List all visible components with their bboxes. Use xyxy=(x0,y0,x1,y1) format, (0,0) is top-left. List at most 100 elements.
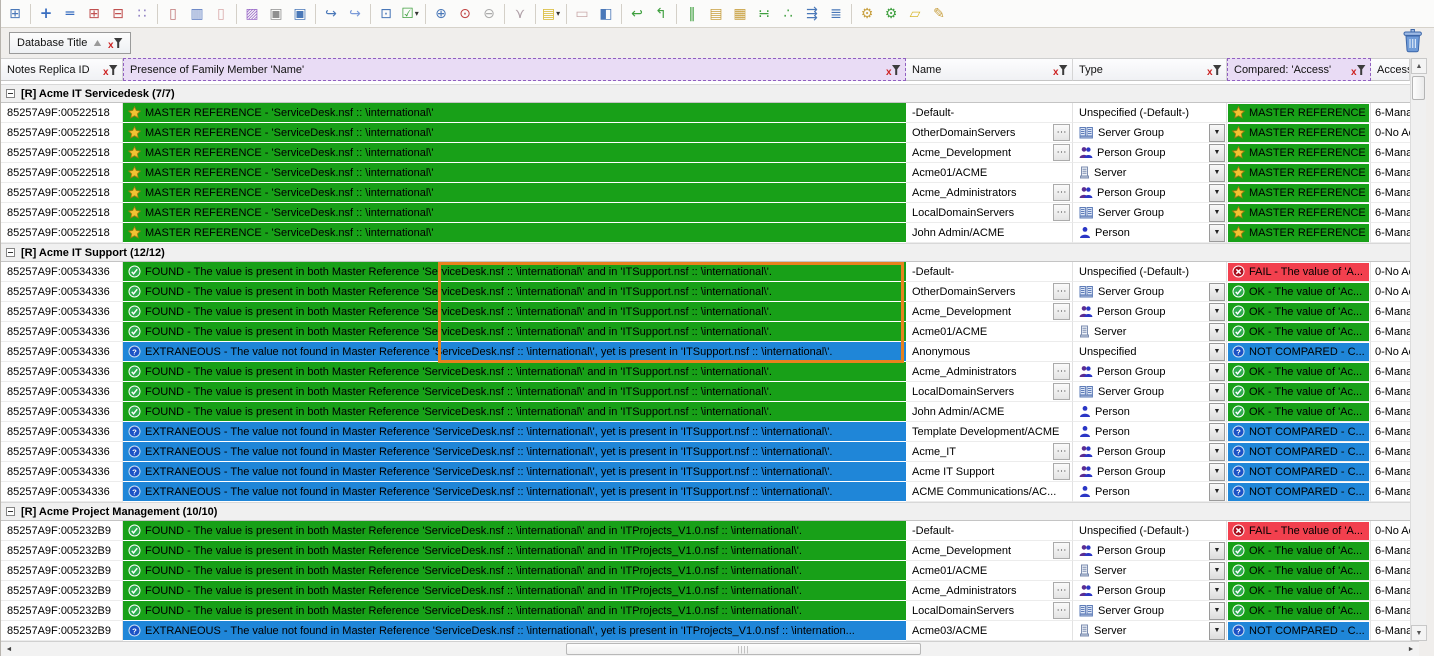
horizontal-scrollbar-thumb[interactable]: |||| xyxy=(566,643,921,655)
trash-icon[interactable] xyxy=(1399,28,1425,56)
database-title-group-button[interactable]: Database Title x xyxy=(9,32,132,54)
settings-check-icon[interactable]: ⚙ xyxy=(879,2,903,26)
filter-icon[interactable]: x xyxy=(1053,64,1068,76)
select-hierarchy-icon[interactable]: ∷ xyxy=(130,2,154,26)
type-dropdown-button[interactable]: ▼ xyxy=(1209,183,1225,202)
collapse-group-icon[interactable] xyxy=(6,89,15,98)
add-level-icon[interactable]: + xyxy=(34,2,58,26)
return-to-page-icon[interactable]: ↰ xyxy=(649,2,673,26)
name-picker-button[interactable]: ⋯ xyxy=(1053,463,1070,480)
folder-settings-icon[interactable]: ▱ xyxy=(903,2,927,26)
list-lines-icon[interactable]: ≣ xyxy=(824,2,848,26)
collapse-branch-icon[interactable]: ⊟ xyxy=(106,2,130,26)
type-dropdown-button[interactable]: ▼ xyxy=(1209,482,1225,501)
vertical-scrollbar[interactable]: ▲ ▼ xyxy=(1410,58,1427,641)
type-dropdown-button[interactable]: ▼ xyxy=(1209,282,1225,301)
dropdown-arrow-icon[interactable]: ▾ xyxy=(556,9,560,18)
name-picker-button[interactable]: ⋯ xyxy=(1053,184,1070,201)
name-picker-button[interactable]: ⋯ xyxy=(1053,443,1070,460)
name-picker-button[interactable]: ⋯ xyxy=(1053,204,1070,221)
collapse-group-icon[interactable] xyxy=(6,248,15,257)
name-picker-button[interactable]: ⋯ xyxy=(1053,542,1070,559)
add-annotation-icon[interactable]: ▤ ▾ xyxy=(539,2,563,26)
type-dropdown-button[interactable]: ▼ xyxy=(1209,203,1225,222)
horizontal-scrollbar[interactable]: ◄ |||| ► xyxy=(1,641,1419,656)
type-dropdown-button[interactable]: ▼ xyxy=(1209,302,1225,321)
hierarchy-count-icon[interactable]: ∴ xyxy=(776,2,800,26)
vertical-scrollbar-thumb[interactable] xyxy=(1412,76,1425,100)
group-header[interactable]: [R] Acme Project Management (10/10) xyxy=(1,502,1410,521)
type-dropdown-button[interactable]: ▼ xyxy=(1209,581,1225,600)
column-header-access[interactable]: Access xyxy=(1371,58,1410,81)
return-to-grid-icon[interactable]: ↩ xyxy=(625,2,649,26)
split-columns-icon[interactable]: ‖ xyxy=(680,2,704,26)
filter-icon[interactable]: x xyxy=(108,37,123,49)
name-picker-button[interactable]: ⋯ xyxy=(1053,124,1070,141)
type-dropdown-button[interactable]: ▼ xyxy=(1209,143,1225,162)
copy-icon[interactable]: ▣ xyxy=(264,2,288,26)
grid-tooltip-icon[interactable]: ▦ xyxy=(728,2,752,26)
name-picker-button[interactable]: ⋯ xyxy=(1053,602,1070,619)
edit-document-icon[interactable]: ✎ xyxy=(927,2,951,26)
row-format-icon[interactable]: ▭ xyxy=(570,2,594,26)
column-header-type[interactable]: Type x xyxy=(1073,58,1227,81)
type-dropdown-button[interactable]: ▼ xyxy=(1209,322,1225,341)
name-picker-button[interactable]: ⋯ xyxy=(1053,283,1070,300)
column-header-replica[interactable]: Notes Replica ID x xyxy=(1,58,123,81)
expand-branch-icon[interactable]: ⊞ xyxy=(82,2,106,26)
name-picker-button[interactable]: ⋯ xyxy=(1053,383,1070,400)
scroll-left-button[interactable]: ◄ xyxy=(1,643,17,656)
column-width-icon[interactable]: ▤ xyxy=(704,2,728,26)
type-dropdown-button[interactable]: ▼ xyxy=(1209,422,1225,441)
group-header[interactable]: [R] Acme IT Servicedesk (7/7) xyxy=(1,84,1410,103)
type-dropdown-button[interactable]: ▼ xyxy=(1209,382,1225,401)
scroll-right-button[interactable]: ► xyxy=(1403,643,1419,656)
cell-selection-icon[interactable]: ▨ xyxy=(240,2,264,26)
type-dropdown-button[interactable]: ▼ xyxy=(1209,362,1225,381)
type-dropdown-button[interactable]: ▼ xyxy=(1209,442,1225,461)
settings-export-icon[interactable]: ⚙ xyxy=(855,2,879,26)
filter-icon[interactable]: x xyxy=(1351,64,1366,76)
row-insert-icon[interactable]: ◧ xyxy=(594,2,618,26)
zoom-in-icon[interactable]: ⊕ xyxy=(429,2,453,26)
filter-icon[interactable]: x xyxy=(1207,64,1222,76)
group-header[interactable]: [R] Acme IT Support (12/12) xyxy=(1,243,1410,262)
type-dropdown-button[interactable]: ▼ xyxy=(1209,402,1225,421)
column-colors-icon[interactable]: ▥ xyxy=(185,2,209,26)
scroll-down-button[interactable]: ▼ xyxy=(1411,625,1427,641)
filter-icon[interactable]: x xyxy=(886,64,901,76)
clear-filter-icon[interactable]: ⋎ xyxy=(508,2,532,26)
dropdown-arrow-icon[interactable]: ▾ xyxy=(415,9,419,18)
data-flow-icon[interactable]: ⇶ xyxy=(800,2,824,26)
export-document-icon[interactable]: ↪ xyxy=(319,2,343,26)
freeze-column-icon[interactable]: ▯ xyxy=(161,2,185,26)
scroll-up-button[interactable]: ▲ xyxy=(1411,58,1427,74)
type-dropdown-button[interactable]: ▼ xyxy=(1209,541,1225,560)
copy-table-icon[interactable]: ▣ xyxy=(288,2,312,26)
type-dropdown-button[interactable]: ▼ xyxy=(1209,561,1225,580)
column-plain-icon[interactable]: ▯ xyxy=(209,2,233,26)
collapse-group-icon[interactable] xyxy=(6,507,15,516)
name-picker-button[interactable]: ⋯ xyxy=(1053,363,1070,380)
name-picker-button[interactable]: ⋯ xyxy=(1053,144,1070,161)
type-dropdown-button[interactable]: ▼ xyxy=(1209,123,1225,142)
hierarchy-list-icon[interactable]: ∺ xyxy=(752,2,776,26)
collapse-levels-icon[interactable]: ═ xyxy=(58,2,82,26)
name-picker-button[interactable]: ⋯ xyxy=(1053,582,1070,599)
zoom-out-icon[interactable]: ⊖ xyxy=(477,2,501,26)
column-header-compared[interactable]: Compared: 'Access' x xyxy=(1227,58,1371,81)
type-dropdown-button[interactable]: ▼ xyxy=(1209,223,1225,242)
grid-checkboxes-icon[interactable]: ☑ ▾ xyxy=(398,2,422,26)
type-dropdown-button[interactable]: ▼ xyxy=(1209,601,1225,620)
type-dropdown-button[interactable]: ▼ xyxy=(1209,462,1225,481)
column-header-name[interactable]: Name x xyxy=(906,58,1073,81)
export-settings-icon[interactable]: ↪ xyxy=(343,2,367,26)
grid-properties-icon[interactable]: ⊞ xyxy=(3,2,27,26)
type-dropdown-button[interactable]: ▼ xyxy=(1209,621,1225,640)
type-dropdown-button[interactable]: ▼ xyxy=(1209,342,1225,361)
open-grid-icon[interactable]: ⊡ xyxy=(374,2,398,26)
filter-icon[interactable]: x xyxy=(103,64,118,76)
column-header-presence[interactable]: Presence of Family Member 'Name' x xyxy=(123,58,906,81)
name-picker-button[interactable]: ⋯ xyxy=(1053,303,1070,320)
type-dropdown-button[interactable]: ▼ xyxy=(1209,163,1225,182)
